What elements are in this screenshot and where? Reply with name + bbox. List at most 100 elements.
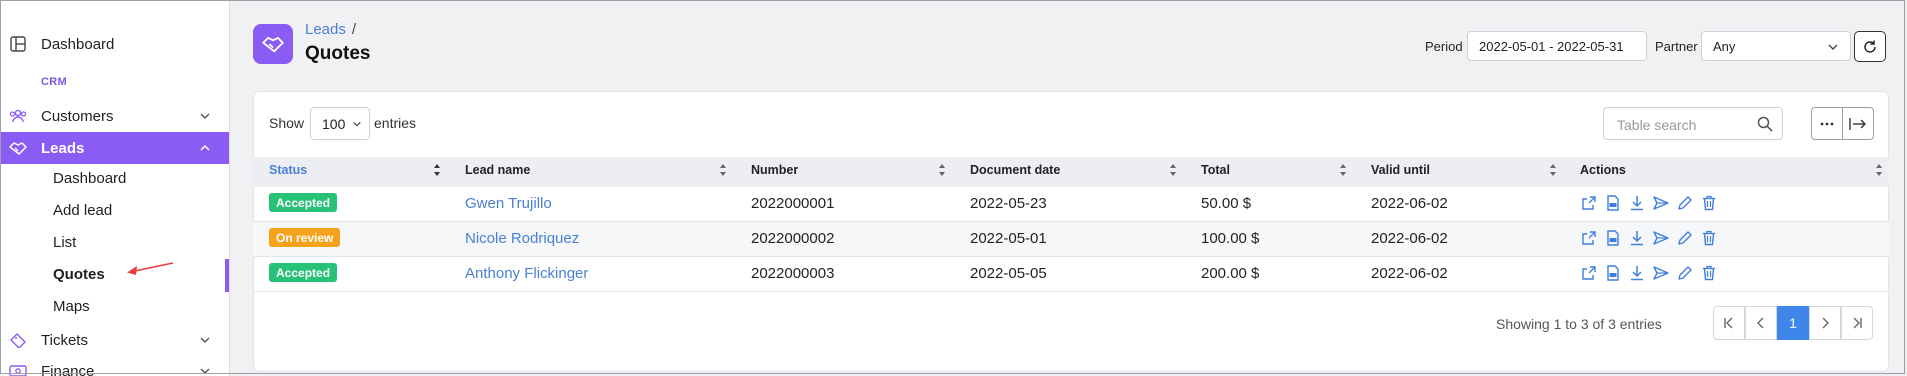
period-input[interactable]: 2022-05-01 - 2022-05-31 (1467, 31, 1647, 61)
chevron-down-icon (200, 113, 210, 119)
column-header-total[interactable]: Total (1201, 163, 1230, 177)
pagination-info: Showing 1 to 3 of 3 entries (1496, 316, 1662, 332)
delete-icon[interactable] (1701, 195, 1717, 211)
sidebar-item-leads[interactable]: Leads (0, 132, 229, 164)
sort-icon[interactable] (1339, 163, 1347, 177)
ellipsis-icon (1820, 122, 1834, 125)
first-page-icon (1724, 317, 1733, 329)
column-header-document-date[interactable]: Document date (970, 163, 1060, 177)
search-placeholder: Table search (1617, 117, 1697, 133)
refresh-button[interactable] (1854, 31, 1886, 62)
document-date: 2022-05-01 (970, 230, 1047, 247)
breadcrumb-separator: / (351, 21, 357, 38)
lead-name-link[interactable]: Anthony Flickinger (465, 265, 588, 282)
annotation-arrow (127, 262, 174, 275)
delete-icon[interactable] (1701, 265, 1717, 281)
sort-icon[interactable] (1169, 163, 1177, 177)
status-badge: On review (269, 228, 341, 247)
open-external-icon[interactable] (1581, 230, 1597, 246)
open-external-icon[interactable] (1581, 195, 1597, 211)
sidebar-subitem-quotes[interactable]: Quotes (53, 266, 105, 283)
period-label: Period (1425, 39, 1463, 54)
chevron-left-icon (1757, 317, 1764, 329)
delete-icon[interactable] (1701, 230, 1717, 246)
search-icon (1757, 116, 1773, 132)
sidebar-item-tickets[interactable]: Tickets (0, 329, 229, 351)
page-icon (253, 24, 293, 64)
total: 100.00 $ (1201, 230, 1260, 247)
total: 50.00 $ (1201, 195, 1252, 212)
pdf-icon[interactable] (1605, 195, 1621, 211)
download-icon[interactable] (1629, 265, 1645, 281)
handshake-icon (9, 139, 27, 157)
period-value: 2022-05-01 - 2022-05-31 (1479, 38, 1624, 54)
send-icon[interactable] (1653, 265, 1669, 281)
active-indicator (225, 259, 229, 292)
valid-until: 2022-06-02 (1371, 230, 1448, 247)
partner-select[interactable]: Any (1701, 31, 1851, 61)
column-header-actions: Actions (1580, 163, 1626, 177)
sidebar-subitem-list[interactable]: List (53, 234, 76, 251)
first-page-button[interactable] (1713, 306, 1745, 340)
breadcrumb: Leads / (305, 21, 356, 38)
sidebar-subitem-maps[interactable]: Maps (53, 298, 90, 315)
sidebar-item-label: Tickets (41, 331, 88, 349)
column-header-valid-until[interactable]: Valid until (1371, 163, 1430, 177)
pdf-icon[interactable] (1605, 230, 1621, 246)
show-label: Show (269, 115, 305, 131)
edit-icon[interactable] (1677, 230, 1693, 246)
sort-icon[interactable] (1549, 163, 1557, 177)
last-page-button[interactable] (1841, 306, 1873, 340)
prev-page-button[interactable] (1745, 306, 1777, 340)
pdf-icon[interactable] (1605, 265, 1621, 281)
document-date: 2022-05-23 (970, 195, 1047, 212)
sidebar-subitem-add-lead[interactable]: Add lead (53, 202, 112, 219)
lead-name-link[interactable]: Nicole Rodriquez (465, 230, 579, 247)
edit-icon[interactable] (1677, 265, 1693, 281)
breadcrumb-leads-link[interactable]: Leads (305, 21, 346, 38)
sidebar-section-crm: CRM (41, 76, 67, 88)
chevron-right-icon (1822, 317, 1829, 329)
sort-icon[interactable] (1875, 163, 1883, 177)
sidebar: Dashboard CRM Customers Leads Dashboard … (0, 0, 230, 376)
next-page-button[interactable] (1809, 306, 1841, 340)
sort-icon[interactable] (433, 163, 441, 177)
send-icon[interactable] (1653, 230, 1669, 246)
entries-value: 100 (322, 115, 346, 132)
more-options-button[interactable] (1811, 107, 1843, 140)
lead-name-link[interactable]: Gwen Trujillo (465, 195, 552, 212)
send-icon[interactable] (1653, 195, 1669, 211)
chevron-up-icon (200, 144, 210, 151)
column-header-status[interactable]: Status (269, 163, 307, 177)
chevron-down-icon (200, 368, 210, 374)
entries-select[interactable]: 100 (310, 107, 370, 140)
open-external-icon[interactable] (1581, 265, 1597, 281)
sidebar-item-dashboard[interactable]: Dashboard (0, 34, 229, 54)
quote-number: 2022000003 (751, 265, 835, 282)
partner-value: Any (1713, 38, 1736, 54)
sort-icon[interactable] (938, 163, 946, 177)
download-icon[interactable] (1629, 195, 1645, 211)
users-icon (9, 107, 27, 125)
sidebar-subitem-dashboard[interactable]: Dashboard (53, 170, 126, 187)
chevron-down-icon (353, 121, 361, 127)
quote-number: 2022000002 (751, 230, 835, 247)
valid-until: 2022-06-02 (1371, 195, 1448, 212)
page-1-button[interactable]: 1 (1777, 306, 1809, 340)
last-page-icon (1853, 317, 1862, 329)
page-title: Quotes (305, 43, 371, 64)
export-button[interactable] (1842, 107, 1874, 140)
edit-icon[interactable] (1677, 195, 1693, 211)
money-icon (9, 362, 27, 376)
sort-icon[interactable] (719, 163, 727, 177)
table-layout-icon (9, 35, 27, 53)
total: 200.00 $ (1201, 265, 1260, 282)
sidebar-item-label: Customers (41, 107, 114, 125)
column-header-number[interactable]: Number (751, 163, 798, 177)
column-header-lead-name[interactable]: Lead name (465, 163, 530, 177)
sidebar-item-label: Dashboard (41, 35, 115, 53)
sidebar-item-customers[interactable]: Customers (0, 105, 229, 127)
table-search[interactable]: Table search (1603, 107, 1783, 140)
download-icon[interactable] (1629, 230, 1645, 246)
sidebar-item-finance[interactable]: Finance (0, 360, 229, 376)
